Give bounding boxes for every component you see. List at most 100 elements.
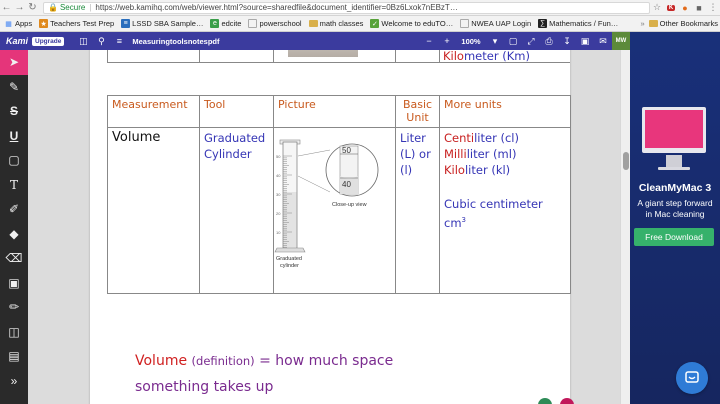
url-field[interactable]: 🔒 Secure | https://web.kamihq.com/web/vi… bbox=[43, 1, 650, 14]
eraser-tool-icon[interactable]: ⌫ bbox=[0, 246, 28, 271]
svg-text:Graduated: Graduated bbox=[276, 256, 302, 262]
page-icon bbox=[248, 19, 258, 28]
select-tool-icon[interactable]: ➤ bbox=[0, 50, 28, 75]
chevron-down-icon[interactable]: ▾ bbox=[486, 36, 504, 47]
svg-text:Close-up view: Close-up view bbox=[332, 202, 367, 208]
ruler-photo bbox=[288, 50, 358, 57]
kami-toolbar: Kami Upgrade ◫ ⚲ ≡ Measuringtoolsnotespd… bbox=[0, 32, 630, 50]
share-icon[interactable]: ✉ bbox=[594, 36, 612, 47]
chat-icon bbox=[685, 371, 699, 383]
reload-icon[interactable]: ↻ bbox=[26, 1, 39, 15]
bookmarks-bar: ▦ Apps ★ Teachers Test Prep ≡ LSSD SBA S… bbox=[0, 16, 720, 32]
comment-tool-icon[interactable]: ▢ bbox=[0, 148, 28, 173]
check-icon: ✓ bbox=[370, 19, 380, 28]
unit-milliliter: Milliliter (ml) bbox=[444, 147, 517, 161]
graduated-cylinder-illustration: mL 50 40 30 20 10 bbox=[274, 139, 379, 269]
unit-kiloliter: Kiloliter (kl) bbox=[444, 163, 511, 177]
svg-text:cylinder: cylinder bbox=[280, 263, 299, 269]
bookmark-edcite[interactable]: e edcite bbox=[210, 19, 241, 28]
document-viewer[interactable]: Kilometer (Km) Measurement Tool Picture … bbox=[28, 50, 630, 404]
document-title: Measuringtoolsnotespdf bbox=[132, 36, 220, 46]
text-tool-icon[interactable]: T bbox=[0, 173, 28, 198]
bookmark-apps[interactable]: ▦ Apps bbox=[4, 19, 32, 28]
bookmark-math-classes[interactable]: math classes bbox=[308, 19, 363, 28]
bookmark-eduto[interactable]: ✓ Welcome to eduTO… bbox=[370, 19, 453, 28]
strikethrough-tool-icon[interactable]: S bbox=[0, 99, 28, 124]
extension-icon[interactable]: ■ bbox=[692, 1, 706, 15]
bookmark-nwea[interactable]: NWEA UAP Login bbox=[460, 19, 531, 28]
screen: ← → ↻ 🔒 Secure | https://web.kamihq.com/… bbox=[0, 0, 720, 404]
zoom-in-icon[interactable]: + bbox=[438, 36, 456, 46]
account-avatar[interactable]: MW bbox=[612, 32, 630, 50]
svg-text:20: 20 bbox=[276, 211, 281, 216]
header-tool: Tool bbox=[199, 95, 274, 128]
sidebar-toggle-icon[interactable]: ◫ bbox=[74, 36, 92, 47]
imac-icon bbox=[642, 107, 706, 170]
svg-text:30: 30 bbox=[276, 192, 281, 197]
measurement-cell: Volume bbox=[107, 127, 200, 294]
image-tool-icon[interactable]: ▣ bbox=[0, 271, 28, 296]
vertical-scrollbar[interactable] bbox=[620, 50, 630, 404]
cleanmymac-ad[interactable]: CleanMyMac 3 A giant step forward in Mac… bbox=[630, 32, 720, 404]
tool-cell: Graduated Cylinder bbox=[199, 127, 274, 294]
more-tools-icon[interactable]: » bbox=[0, 369, 28, 394]
unit-centiliter: Centiliter (cl) bbox=[444, 131, 519, 145]
star-icon[interactable]: ☆ bbox=[650, 1, 664, 15]
table-header-row: Measurement Tool Picture Basic Unit More… bbox=[107, 95, 571, 128]
print-icon[interactable]: ⎙ bbox=[540, 36, 558, 47]
split-tool-icon[interactable]: ◫ bbox=[0, 320, 28, 345]
header-measurement: Measurement bbox=[107, 95, 200, 128]
folder-icon bbox=[648, 20, 658, 27]
header-picture: Picture bbox=[273, 95, 396, 128]
upgrade-button[interactable]: Upgrade bbox=[32, 36, 65, 46]
zoom-out-icon[interactable]: − bbox=[420, 36, 438, 46]
header-basic-unit: Basic Unit bbox=[395, 95, 440, 128]
chat-button[interactable] bbox=[676, 362, 708, 394]
save-icon[interactable]: ▣ bbox=[576, 36, 594, 47]
extension-icon[interactable]: ● bbox=[678, 1, 692, 15]
translate-tool-icon[interactable]: ▤ bbox=[0, 344, 28, 369]
fullscreen-icon[interactable]: ⤢ bbox=[522, 36, 540, 47]
teachers-icon: ★ bbox=[39, 19, 49, 28]
volume-table: Measurement Tool Picture Basic Unit More… bbox=[107, 95, 571, 294]
menu-icon[interactable]: ≡ bbox=[110, 36, 128, 46]
svg-text:40: 40 bbox=[276, 173, 281, 178]
highlight-tool-icon[interactable]: ✎ bbox=[0, 75, 28, 100]
previous-table-row: Kilometer (Km) bbox=[107, 50, 570, 63]
kilometer-unit: Kilometer (Km) bbox=[443, 50, 530, 63]
back-icon[interactable]: ← bbox=[0, 1, 13, 15]
unit-cubic-centimeter: Cubic centimeter cm3 bbox=[444, 197, 543, 230]
edcite-icon: e bbox=[210, 19, 220, 28]
signature-tool-icon[interactable]: ✏ bbox=[0, 295, 28, 320]
pdf-page: Kilometer (Km) Measurement Tool Picture … bbox=[90, 50, 571, 404]
shapes-tool-icon[interactable]: ◆ bbox=[0, 222, 28, 247]
free-download-button[interactable]: Free Download bbox=[634, 228, 714, 246]
math-icon: ∑ bbox=[538, 19, 548, 28]
svg-text:50: 50 bbox=[276, 154, 281, 159]
svg-text:40: 40 bbox=[342, 180, 351, 189]
fit-page-icon[interactable]: ▢ bbox=[504, 36, 522, 47]
bookmark-lssd-sba[interactable]: ≡ LSSD SBA Sample… bbox=[121, 19, 203, 28]
forward-icon[interactable]: → bbox=[13, 1, 26, 15]
underline-tool-icon[interactable]: U bbox=[0, 124, 28, 149]
volume-definition: Volume (definition) = how much space som… bbox=[135, 353, 394, 395]
bookmark-teachers-test-prep[interactable]: ★ Teachers Test Prep bbox=[39, 19, 114, 28]
kami-logo: Kami bbox=[6, 36, 29, 46]
other-bookmarks[interactable]: » Other Bookmarks bbox=[640, 19, 718, 28]
header-more-units: More units bbox=[439, 95, 571, 128]
address-bar: ← → ↻ 🔒 Secure | https://web.kamihq.com/… bbox=[0, 0, 720, 16]
scrollbar-thumb[interactable] bbox=[623, 152, 629, 170]
url-text: https://web.kamihq.com/web/viewer.html?s… bbox=[95, 3, 458, 12]
bookmark-mathematics[interactable]: ∑ Mathematics / Fun… bbox=[538, 19, 618, 28]
doc-icon: ≡ bbox=[121, 19, 131, 28]
menu-icon[interactable]: ⋮ bbox=[706, 1, 720, 15]
download-icon[interactable]: ↧ bbox=[558, 36, 576, 47]
extension-icon[interactable]: K bbox=[664, 1, 678, 15]
search-icon[interactable]: ⚲ bbox=[92, 36, 110, 47]
basic-unit-cell: Liter (L) or (l) bbox=[395, 127, 440, 294]
draw-tool-icon[interactable]: ✐ bbox=[0, 197, 28, 222]
chevron-right-icon: » bbox=[640, 19, 645, 28]
bookmark-powerschool[interactable]: powerschool bbox=[248, 19, 302, 28]
more-units-cell: Centiliter (cl) Milliliter (ml) Kilolite… bbox=[439, 127, 571, 294]
zoom-level[interactable]: 100% bbox=[456, 37, 486, 46]
